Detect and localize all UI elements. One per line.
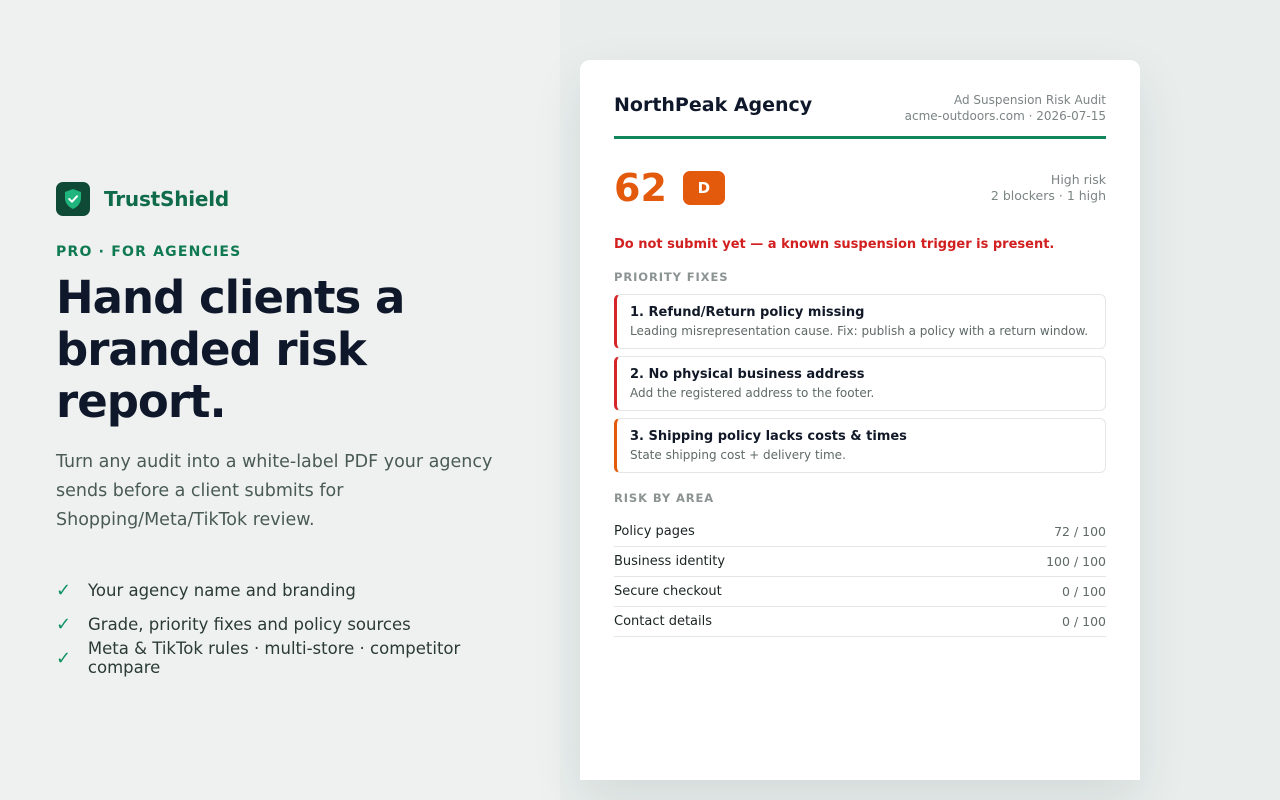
grade-badge: D xyxy=(682,171,725,205)
area-name: Business identity xyxy=(614,554,726,569)
area-score: 72 / 100 xyxy=(1054,524,1106,539)
risk-level: High risk xyxy=(1050,172,1106,187)
area-name: Contact details xyxy=(614,614,713,629)
plan-eyebrow: PRO · FOR AGENCIES xyxy=(56,244,242,260)
report-preview: NorthPeak Agency Ad Suspension Risk Audi… xyxy=(580,60,1140,780)
priority-fixes-label: PRIORITY FIXES xyxy=(614,270,729,284)
feature-text: Grade, priority fixes and policy sources xyxy=(88,614,411,634)
risk-score: 62 xyxy=(614,166,667,210)
check-icon: ✓ xyxy=(56,647,72,669)
report-header: NorthPeak Agency Ad Suspension Risk Audi… xyxy=(614,92,1106,136)
fix-title: 1. Refund/Return policy missing xyxy=(630,305,865,320)
shield-check-icon xyxy=(56,182,90,216)
risk-by-area: Policy pages 72 / 100 Business identity … xyxy=(614,517,1106,637)
area-row: Business identity 100 / 100 xyxy=(614,547,1106,577)
score-group: 62 D xyxy=(614,167,725,209)
fix-item: 3. Shipping policy lacks costs & times S… xyxy=(614,418,1106,473)
area-score: 0 / 100 xyxy=(1062,584,1106,599)
brand-name: TrustShield xyxy=(104,187,230,211)
area-score: 0 / 100 xyxy=(1062,614,1106,629)
area-name: Secure checkout xyxy=(614,584,722,599)
area-row: Secure checkout 0 / 100 xyxy=(614,577,1106,607)
fix-item: 2. No physical business address Add the … xyxy=(614,356,1106,411)
area-row: Policy pages 72 / 100 xyxy=(614,517,1106,547)
feature-list: ✓ Your agency name and branding ✓ Grade,… xyxy=(56,573,536,678)
report-meta: Ad Suspension Risk Audit acme-outdoors.c… xyxy=(905,92,1106,124)
fix-description: Add the registered address to the footer… xyxy=(630,386,875,400)
risk-counts: 2 blockers · 1 high xyxy=(990,188,1106,203)
feature-item: ✓ Grade, priority fixes and policy sourc… xyxy=(56,607,536,641)
area-row: Contact details 0 / 100 xyxy=(614,607,1106,637)
check-icon: ✓ xyxy=(56,579,72,601)
check-icon: ✓ xyxy=(56,613,72,635)
submit-warning: Do not submit yet — a known suspension t… xyxy=(614,237,1055,252)
hero-panel: TrustShield PRO · FOR AGENCIES Hand clie… xyxy=(56,182,536,678)
fix-item: 1. Refund/Return policy missing Leading … xyxy=(614,294,1106,349)
fix-description: State shipping cost + delivery time. xyxy=(630,448,846,462)
headline: Hand clients a branded risk report. xyxy=(56,272,536,428)
feature-text: Your agency name and branding xyxy=(88,580,356,600)
feature-item: ✓ Meta & TikTok rules · multi-store · co… xyxy=(56,639,536,677)
fix-description: Leading misrepresentation cause. Fix: pu… xyxy=(630,324,1089,338)
score-row: 62 D High risk 2 blockers · 1 high xyxy=(614,167,1106,209)
fix-title: 2. No physical business address xyxy=(630,367,865,382)
risk-by-area-label: RISK BY AREA xyxy=(614,491,715,505)
headline-line-1: Hand clients a xyxy=(56,271,405,324)
fix-title: 3. Shipping policy lacks costs & times xyxy=(630,429,907,444)
brand: TrustShield xyxy=(56,182,536,216)
agency-name: NorthPeak Agency xyxy=(614,94,813,116)
risk-summary: High risk 2 blockers · 1 high xyxy=(991,172,1106,204)
priority-fixes: 1. Refund/Return policy missing Leading … xyxy=(614,294,1106,473)
area-name: Policy pages xyxy=(614,524,695,539)
feature-text: Meta & TikTok rules · multi-store · comp… xyxy=(87,639,461,677)
hero-subtitle: Turn any audit into a white-label PDF yo… xyxy=(56,452,493,530)
area-score: 100 / 100 xyxy=(1046,554,1106,569)
header-divider xyxy=(614,136,1106,139)
feature-item: ✓ Your agency name and branding xyxy=(56,573,536,607)
headline-line-2: branded risk report. xyxy=(56,323,367,428)
report-site-date: acme-outdoors.com · 2026-07-15 xyxy=(904,109,1106,123)
report-title: Ad Suspension Risk Audit xyxy=(953,93,1106,107)
